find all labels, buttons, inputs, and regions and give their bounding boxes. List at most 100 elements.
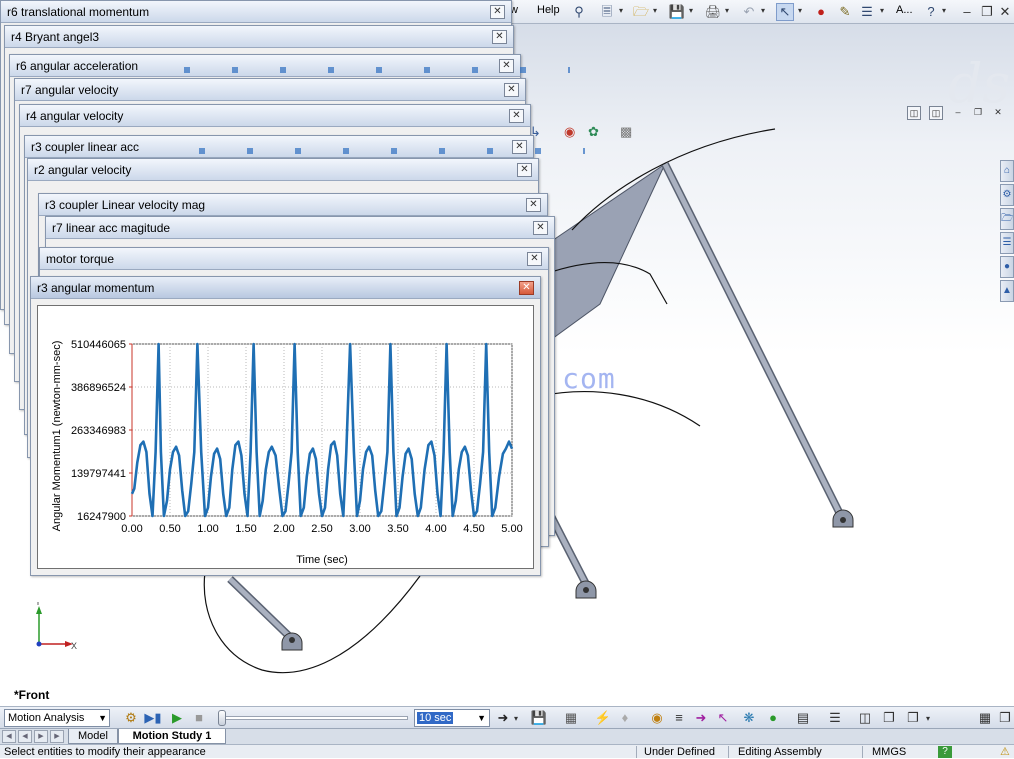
x-tick-label: 2.50 [311,523,332,535]
close-icon[interactable]: ✕ [526,198,541,212]
chevron-down-icon[interactable]: ▾ [798,6,802,15]
last-tab-icon[interactable]: ▶ [50,730,64,743]
graph-window-title[interactable]: r2 angular velocity [28,159,538,181]
save-animation-icon[interactable]: 💾 [530,709,548,727]
appearance-icon[interactable]: ◉ [564,124,575,140]
graph-window-title[interactable]: r6 angular acceleration [10,55,520,77]
chevron-down-icon[interactable]: ▾ [942,6,946,15]
graph-window-title[interactable]: r4 Bryant angel3 [5,26,513,48]
close-icon[interactable]: ✕ [519,281,534,295]
gravity-icon[interactable]: ● [764,709,782,727]
close-icon[interactable]: ✕ [996,3,1014,21]
add-key-icon[interactable]: ♦ [616,709,634,727]
motor-icon[interactable]: ◉ [648,709,666,727]
scene-icon[interactable]: ✿ [588,124,599,140]
motion-study-properties-icon[interactable]: ☰ [826,709,844,727]
calculate-icon[interactable]: ⚙ [122,709,140,727]
close-icon[interactable]: ✕ [509,109,524,123]
restore-icon[interactable]: ❐ [996,709,1014,727]
key-icon[interactable]: ⚲ [570,3,588,21]
chevron-down-icon[interactable]: ▾ [689,6,693,15]
graph-window-title[interactable]: r3 angular momentum [31,277,540,299]
minimize-icon[interactable]: – [951,106,965,120]
home-icon[interactable]: ⌂ [1000,160,1014,182]
layout-icon[interactable]: ▦ [976,709,994,727]
damper-icon[interactable]: ➜ [692,709,710,727]
first-tab-icon[interactable]: ◀ [2,730,16,743]
save-icon[interactable]: 💾 [668,3,686,21]
list-icon[interactable]: ☰ [858,3,876,21]
new-document-icon[interactable]: 🗏 [598,3,616,21]
chevron-down-icon[interactable]: ▼ [477,710,486,726]
close-icon[interactable]: ✕ [504,83,519,97]
close-icon[interactable]: ✕ [527,252,542,266]
close-icon[interactable]: ✕ [490,5,505,19]
tile-icon[interactable]: ◫ [929,106,943,120]
chevron-down-icon[interactable]: ▼ [98,710,107,726]
collapse-icon[interactable]: ◫ [856,709,874,727]
zoom-label[interactable]: A... [896,4,913,16]
playback-speed-select[interactable]: 10 sec ▼ [414,709,490,727]
resources-icon[interactable]: ⚙ [1000,184,1014,206]
chevron-down-icon[interactable]: ▾ [514,714,518,723]
graph-window-title[interactable]: motor torque [40,248,548,270]
close-icon[interactable]: ✕ [517,163,532,177]
chevron-down-icon[interactable]: ▾ [926,714,930,723]
select-arrow-icon[interactable]: ↖ [776,3,794,21]
spring-icon[interactable]: ≡ [670,709,688,727]
y-tick-label: 263346983 [71,425,126,437]
close-icon[interactable]: ✕ [533,221,548,235]
help-icon[interactable]: ? [922,3,940,21]
print-icon[interactable]: 🖨 [704,3,722,21]
contact-icon[interactable]: ❋ [740,709,758,727]
traffic-light-icon[interactable]: ● [812,3,830,21]
restore-icon[interactable]: ❐ [971,106,985,120]
menu-help[interactable]: Help [537,4,560,16]
close-icon[interactable]: ✕ [991,106,1005,120]
display-settings-icon[interactable]: ▩ [620,124,632,140]
next-tab-icon[interactable]: ▶ [34,730,48,743]
status-units[interactable]: MMGS [872,745,906,759]
custom-properties-icon[interactable]: ▲ [1000,280,1014,302]
graph-window-title[interactable]: r7 angular velocity [15,79,525,101]
study-type-select[interactable]: Motion Analysis ▼ [4,709,110,727]
options-icon[interactable]: ✎ [836,3,854,21]
folder-icon[interactable]: 🗁 [1000,208,1014,230]
graph-window-title[interactable]: r7 linear acc magitude [46,217,554,239]
chevron-down-icon[interactable]: ▾ [653,6,657,15]
restore-icon[interactable]: ❐ [978,3,996,21]
play-icon[interactable]: ▶ [168,709,186,727]
graph-window-title[interactable]: r6 translational momentum [1,1,511,23]
timeline-slider-track[interactable] [224,716,408,720]
filter-options-icon[interactable]: ❐ [904,709,922,727]
timeline-slider-thumb[interactable] [218,710,226,726]
graph-window-active[interactable]: r3 angular momentum ✕ 0.00 0.50 1.00 1.50 2.… [30,276,541,576]
tab-model[interactable]: Model [68,729,118,744]
chevron-down-icon[interactable]: ▾ [880,6,884,15]
tile-icon[interactable]: ◫ [907,106,921,120]
graph-window-title[interactable]: r4 angular velocity [20,105,530,127]
chevron-down-icon[interactable]: ▾ [619,6,623,15]
force-icon[interactable]: ↖ [714,709,732,727]
graph-window-title[interactable]: r3 coupler Linear velocity mag [39,194,547,216]
stop-icon[interactable]: ■ [190,709,208,727]
autokey-icon[interactable]: ⚡ [594,709,612,727]
globe-icon[interactable]: ● [1000,256,1014,278]
minimize-icon[interactable]: – [958,3,976,21]
help-icon[interactable]: ? [938,746,952,758]
tab-motion-study-1[interactable]: Motion Study 1 [118,729,226,744]
open-folder-icon[interactable]: 🗁 [632,3,650,21]
playback-mode-icon[interactable]: ➜ [494,709,512,727]
graph-window-title[interactable]: r3 coupler linear acc [25,136,533,158]
chart-area[interactable]: 0.00 0.50 1.00 1.50 2.00 2.50 3.00 3.50 4.00 4.50… [37,305,534,569]
library-icon[interactable]: ☰ [1000,232,1014,254]
results-and-plots-icon[interactable]: ▤ [794,709,812,727]
chevron-down-icon[interactable]: ▾ [761,6,765,15]
filter-icon[interactable]: ❐ [880,709,898,727]
close-icon[interactable]: ✕ [492,30,507,44]
undo-icon[interactable]: ↶ [740,3,758,21]
prev-tab-icon[interactable]: ◀ [18,730,32,743]
animation-wizard-icon[interactable]: ▦ [562,709,580,727]
play-from-start-icon[interactable]: ▶▮ [144,709,162,727]
chevron-down-icon[interactable]: ▾ [725,6,729,15]
